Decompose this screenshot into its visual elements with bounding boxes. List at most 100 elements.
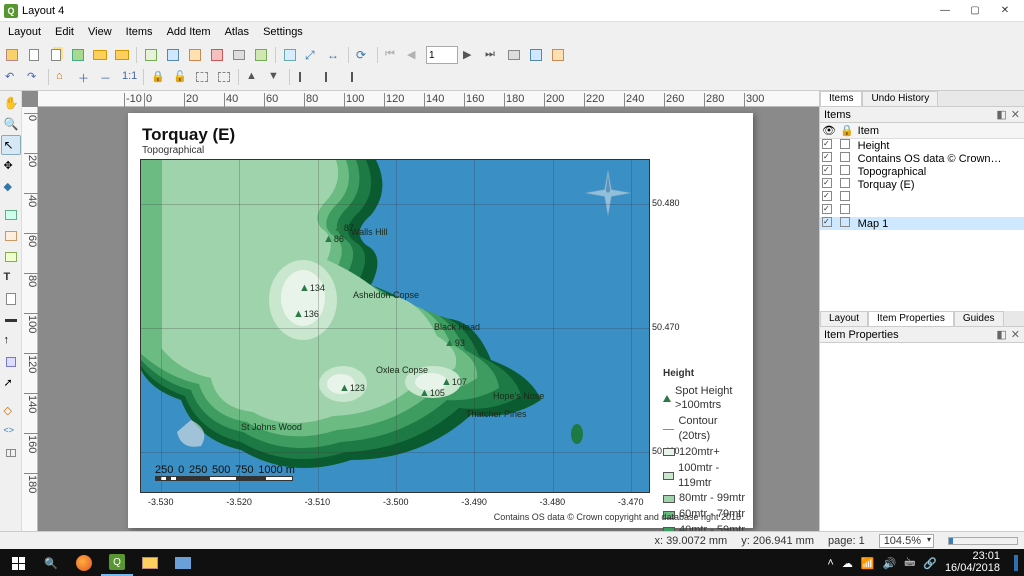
lock-icon[interactable]: 🔒 [148, 67, 168, 87]
tab-item-properties[interactable]: Item Properties [868, 311, 954, 326]
layout-item-row[interactable]: Topographical [820, 165, 1024, 178]
props-close-icon[interactable]: ✕ [1011, 328, 1020, 341]
search-icon[interactable]: 🔍 [35, 550, 67, 576]
tray-volume-icon[interactable]: 🔊 [883, 557, 897, 570]
edit-nodes-icon[interactable]: ◆ [1, 177, 21, 197]
export-image-icon[interactable] [163, 45, 183, 65]
raise-icon[interactable]: ▲ [243, 67, 263, 87]
tray-language-icon[interactable]: 🖮 [904, 554, 915, 573]
ungroup-icon[interactable] [214, 67, 234, 87]
add-label-icon[interactable]: T [1, 268, 21, 288]
menu-view[interactable]: View [82, 24, 118, 40]
taskbar-clock[interactable]: 23:01 16/04/2018 [945, 551, 1000, 574]
page-setup-icon[interactable] [251, 45, 271, 65]
item-properties-body[interactable] [820, 343, 1024, 531]
atlas-first-icon[interactable]: ⏮ [382, 45, 402, 65]
add-legend-icon[interactable] [1, 289, 21, 309]
nav-width-icon[interactable]: ↔ [324, 45, 344, 65]
align-left-icon[interactable] [294, 67, 314, 87]
zoom-out-icon[interactable]: － [97, 67, 117, 87]
atlas-settings-icon[interactable] [548, 45, 568, 65]
group-icon[interactable] [192, 67, 212, 87]
layout-item-row[interactable]: Contains OS data © Crown… [820, 152, 1024, 165]
nav-full-icon[interactable] [280, 45, 300, 65]
start-button[interactable] [2, 550, 34, 576]
maximize-button[interactable]: ▢ [960, 1, 990, 21]
undo-icon[interactable]: ↶ [2, 67, 22, 87]
layout-item-row[interactable]: Map 1 [820, 217, 1024, 230]
tab-undo-history[interactable]: Undo History [862, 91, 938, 106]
atlas-last-icon[interactable]: ⏭ [482, 45, 502, 65]
atlas-export-icon[interactable] [526, 45, 546, 65]
explorer-icon[interactable] [134, 550, 166, 576]
unlock-icon[interactable]: 🔓 [170, 67, 190, 87]
lower-icon[interactable]: ▼ [265, 67, 285, 87]
add-arrow-icon[interactable]: ➚ [1, 373, 21, 393]
atlas-print-icon[interactable] [504, 45, 524, 65]
layout-item-row[interactable] [820, 191, 1024, 204]
align-right-icon[interactable] [338, 67, 358, 87]
panel-undock-icon[interactable]: ◧ [996, 108, 1006, 121]
add-map-icon[interactable] [1, 205, 21, 225]
zoom-full-icon[interactable]: ⌂ [53, 67, 73, 87]
close-button[interactable]: ✕ [990, 1, 1020, 21]
tray-wifi-icon[interactable]: 📶 [861, 557, 875, 570]
add-table-icon[interactable] [1, 443, 21, 463]
open-template-icon[interactable] [90, 45, 110, 65]
add-html-icon[interactable]: <> [1, 422, 21, 442]
zoom-slider[interactable] [948, 537, 1018, 545]
layout-item-row[interactable]: Height [820, 139, 1024, 153]
add-northarrow-icon[interactable]: ↑ [1, 331, 21, 351]
export-svg-icon[interactable] [185, 45, 205, 65]
atlas-page-spinner[interactable]: 1 [426, 46, 458, 64]
align-center-icon[interactable] [316, 67, 336, 87]
tab-guides[interactable]: Guides [954, 311, 1004, 326]
menu-atlas[interactable]: Atlas [219, 24, 255, 40]
menu-settings[interactable]: Settings [257, 24, 309, 40]
items-list[interactable]: 👁🔒ItemHeightContains OS data © Crown…Top… [820, 123, 1024, 311]
export-pdf-icon[interactable] [207, 45, 227, 65]
atlas-next-icon[interactable]: ▶ [460, 45, 480, 65]
add-3dmap-icon[interactable] [1, 226, 21, 246]
firefox-icon[interactable] [68, 550, 100, 576]
layout-item-row[interactable] [820, 204, 1024, 217]
panel-close-icon[interactable]: ✕ [1011, 108, 1020, 121]
zoom-select[interactable]: 104.5% [879, 534, 934, 548]
new-layout-icon[interactable] [24, 45, 44, 65]
menu-layout[interactable]: Layout [2, 24, 47, 40]
minimize-button[interactable]: — [930, 1, 960, 21]
tab-layout[interactable]: Layout [820, 311, 868, 326]
move-content-icon[interactable]: ✥ [1, 156, 21, 176]
nav-actual-icon[interactable]: ⤢ [302, 45, 322, 65]
map-frame[interactable]: 25002505007501000 m Walls HillAsheldon C… [140, 159, 650, 493]
tab-items[interactable]: Items [820, 91, 862, 106]
tray-chevron-icon[interactable]: ˄ [827, 557, 833, 569]
layout-item-row[interactable]: Torquay (E) [820, 178, 1024, 191]
action-center-icon[interactable] [1014, 555, 1018, 571]
props-undock-icon[interactable]: ◧ [996, 328, 1006, 341]
add-scalebar-icon[interactable] [1, 310, 21, 330]
redo-icon[interactable]: ↷ [24, 67, 44, 87]
zoom-tool-icon[interactable]: 🔍 [1, 114, 21, 134]
tray-onedrive-icon[interactable]: ☁ [842, 557, 853, 570]
atlas-prev-icon[interactable]: ◀ [404, 45, 424, 65]
add-shape-icon[interactable] [1, 352, 21, 372]
select-tool-icon[interactable]: ↖ [1, 135, 21, 155]
add-items-icon[interactable] [141, 45, 161, 65]
refresh-icon[interactable]: ⟳ [353, 45, 373, 65]
menu-add-item[interactable]: Add Item [161, 24, 217, 40]
layout-page[interactable]: Torquay (E) Topographical [128, 113, 753, 528]
layout-manager-icon[interactable] [68, 45, 88, 65]
app-icon-misc[interactable] [167, 550, 199, 576]
zoom-actual-icon[interactable]: 1:1 [119, 67, 139, 87]
pan-tool-icon[interactable]: ✋ [1, 93, 21, 113]
layout-canvas[interactable]: -100204060801001201401601802002202402602… [22, 91, 819, 531]
add-node-item-icon[interactable]: ◇ [1, 401, 21, 421]
duplicate-layout-icon[interactable] [46, 45, 66, 65]
menu-items[interactable]: Items [120, 24, 159, 40]
print-icon[interactable] [229, 45, 249, 65]
menu-edit[interactable]: Edit [49, 24, 80, 40]
qgis-taskbar-icon[interactable]: Q [101, 550, 133, 576]
system-tray[interactable]: ˄ ☁ 📶 🔊 🖮 🔗 23:01 16/04/2018 [827, 551, 1022, 574]
zoom-in-icon[interactable]: ＋ [75, 67, 95, 87]
